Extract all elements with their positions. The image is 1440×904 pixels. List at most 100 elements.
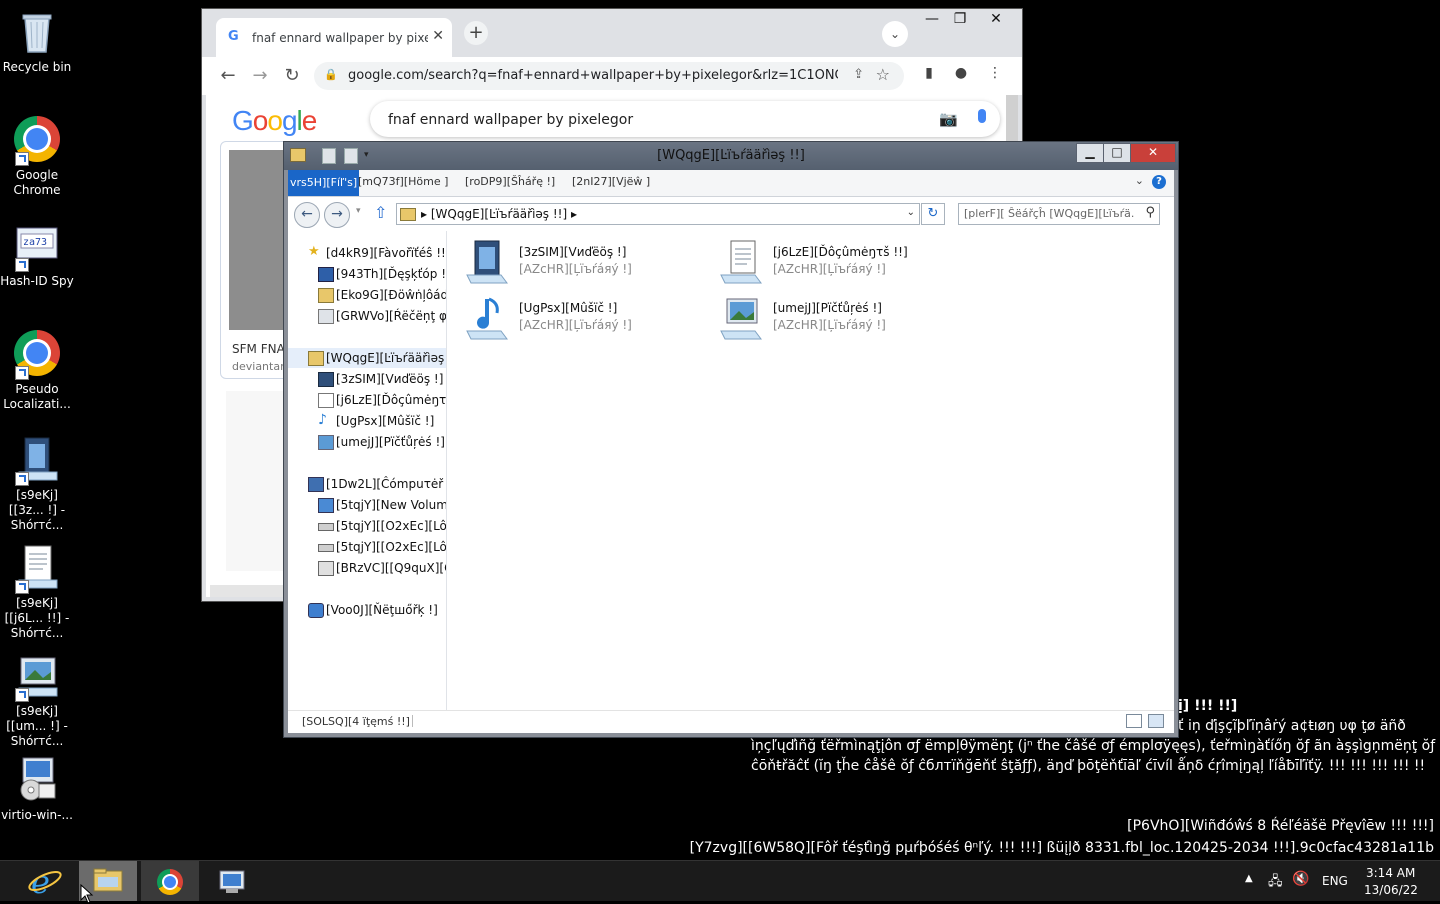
nav-downloads[interactable]: [Eko9G][Ðöŵṅļôáďş bbox=[288, 285, 446, 305]
tab-file[interactable]: vrs5H][Fíľ's] bbox=[288, 170, 360, 196]
downloads-folder-icon bbox=[318, 288, 334, 303]
hard-drive-icon bbox=[318, 523, 334, 531]
taskbar-internet-explorer[interactable]: e bbox=[16, 861, 74, 901]
nav-local-disk-2[interactable]: [5tqjY][[O2xEc][Lôç³ bbox=[288, 537, 446, 557]
desktop-icon-pseudo-localization[interactable]: Pseudo Localizati... bbox=[0, 330, 74, 412]
hard-drive-icon bbox=[318, 544, 334, 552]
tab-home[interactable]: [mQ73f][Höme ] bbox=[358, 175, 448, 188]
desktop-icon-label: Recycle bin bbox=[2, 60, 72, 74]
profile-avatar-icon[interactable]: ● bbox=[950, 65, 972, 87]
clock-time[interactable]: 3:14 AM bbox=[1366, 866, 1415, 880]
bookmark-star-icon[interactable]: ☆ bbox=[876, 65, 890, 84]
nav-desktop[interactable]: [943Th][Ďęşķťóp !] bbox=[288, 264, 446, 284]
breadcrumb-libraries[interactable]: [WQqgE][Ŀïъŕääřìəş !!] bbox=[431, 207, 567, 221]
library-item-pictures[interactable]: [umejJ][Pïčťůŗėś !] [AZcHR][Ļïъŕáяý !] bbox=[719, 295, 959, 345]
side-panel-icon[interactable]: ▮ bbox=[918, 65, 940, 87]
network-icon[interactable]: 🖧 bbox=[1268, 872, 1283, 894]
forward-arrow-icon[interactable]: → bbox=[324, 202, 350, 228]
share-icon[interactable]: ⇪ bbox=[853, 67, 864, 82]
close-window-button[interactable]: ✕ bbox=[982, 9, 1010, 29]
refresh-icon[interactable]: ↻ bbox=[921, 203, 945, 225]
minimize-button[interactable]: ▁ bbox=[1076, 143, 1104, 163]
nav-computer[interactable]: [1Dw2L][Ĉómpuτėř !] bbox=[288, 474, 446, 494]
close-window-button[interactable]: ✕ bbox=[1130, 143, 1176, 163]
result-source: deviantart bbox=[232, 360, 289, 373]
back-arrow-icon[interactable]: ← bbox=[294, 202, 320, 228]
reload-icon[interactable]: ↻ bbox=[280, 65, 304, 86]
nav-recent-places[interactable]: [GRWVo][Ŕëčëņţ φļ bbox=[288, 306, 446, 326]
maximize-button[interactable]: □ bbox=[1103, 143, 1131, 163]
clock-date[interactable]: 13/06/22 bbox=[1364, 883, 1418, 897]
library-name: [UgPsx][Mûšïč !] bbox=[519, 301, 618, 315]
search-icon[interactable]: ⚲ bbox=[1145, 205, 1155, 220]
show-hidden-icons-icon[interactable]: ▲ bbox=[1245, 873, 1253, 884]
library-name: [3zSIM][Vиďëöş !] bbox=[519, 245, 627, 259]
large-icons-view-icon[interactable] bbox=[1148, 714, 1164, 728]
taskbar-google-chrome[interactable] bbox=[141, 861, 199, 901]
maximize-button[interactable]: ❐ bbox=[946, 9, 974, 29]
forward-arrow-icon[interactable]: → bbox=[248, 65, 272, 86]
desktop-icon-virtio-win[interactable]: virtio-win-... bbox=[0, 756, 74, 823]
details-view-icon[interactable] bbox=[1126, 714, 1142, 728]
nav-pictures[interactable]: [umejJ][Pïčťůŗėś !] bbox=[288, 432, 446, 452]
library-type: [AZcHR][Ļïъŕáяý !] bbox=[773, 318, 886, 332]
google-search-box[interactable]: fnaf ennard wallpaper by pixelegor 📷 bbox=[370, 101, 1000, 137]
tab-share[interactable]: [roDP9][Šĥářę !] bbox=[465, 175, 555, 188]
nav-libraries[interactable]: [WQqgE][Ŀïъŕääřìəş !!] bbox=[288, 348, 446, 368]
recent-locations-dropdown-icon[interactable]: ▾ bbox=[356, 206, 361, 216]
internet-explorer-icon: e bbox=[28, 863, 62, 901]
nav-label: [5tqjY][New Volume bbox=[336, 498, 447, 512]
search-input[interactable]: [plerF][ Ŝëářçĥ [WQqgE][Ŀïъŕä... ⚲ bbox=[958, 203, 1160, 225]
desktop-legal-notice: ị] !!! !!] bbox=[1178, 696, 1237, 716]
nav-label: [943Th][Ďęşķťóp !] bbox=[336, 267, 447, 281]
expand-ribbon-chevron-icon[interactable]: ⌄ bbox=[1135, 174, 1144, 187]
microphone-icon[interactable] bbox=[978, 109, 986, 123]
library-type: [AZcHR][Ļïъŕáяý !] bbox=[773, 262, 886, 276]
up-arrow-icon[interactable]: ⇧ bbox=[374, 203, 387, 222]
nav-network[interactable]: [Voo0J][Ňëţшőřķ !] bbox=[288, 600, 446, 620]
library-item-documents[interactable]: [j6LzE][Ďôçûmėŋτš !!] [AZcHR][Ļïъŕáяý !] bbox=[719, 239, 959, 289]
chrome-tab-strip: G fnaf ennard wallpaper by pixelegor ✕ +… bbox=[202, 9, 1022, 57]
tab-view[interactable]: [2nI27][Vjëŵ ] bbox=[572, 175, 650, 188]
desktop-icon-documents-shortcut[interactable]: [s9eKj][[j6L... !!] - Shórтć... bbox=[0, 544, 74, 641]
nav-cd-drive[interactable]: [BRzVC][[Q9quX][ĆĹ bbox=[288, 558, 446, 578]
library-item-music[interactable]: [UgPsx][Mûšïč !] [AZcHR][Ļïъŕáяý !] bbox=[465, 295, 705, 345]
volume-muted-icon[interactable]: 🔇 bbox=[1292, 871, 1309, 887]
tab-title: fnaf ennard wallpaper by pixelegor bbox=[252, 31, 428, 45]
tab-search-chevron-icon[interactable]: ⌄ bbox=[882, 21, 908, 47]
camera-icon[interactable]: 📷 bbox=[939, 110, 958, 128]
desktop-icon-hash-id-spy[interactable]: za73 Hash-ID Spy bbox=[0, 222, 74, 289]
chrome-icon bbox=[13, 116, 61, 166]
nav-label: [UgPsx][Mûšïč !] bbox=[336, 414, 435, 428]
help-icon[interactable]: ? bbox=[1152, 175, 1166, 189]
nav-documents[interactable]: [j6LzE][Ďôçûmėŋτš ! bbox=[288, 390, 446, 410]
desktop-icon-google-chrome[interactable]: Google Chrome bbox=[0, 116, 74, 198]
close-tab-icon[interactable]: ✕ bbox=[432, 28, 444, 44]
library-item-videos[interactable]: [3zSIM][Vиďëöş !] [AZcHR][Ļïъŕáяý !] bbox=[465, 239, 705, 289]
address-bar[interactable]: ▸ [WQqgE][Ŀïъŕääřìəş !!] ▸ ⌄ bbox=[396, 203, 920, 225]
nav-favorites[interactable]: ★ [d4kR9][Fàvořïťéŝ !!] bbox=[288, 243, 446, 263]
nav-local-disk-1[interactable]: [5tqjY][[O2xEc][Lôç³ bbox=[288, 516, 446, 536]
google-logo[interactable]: Google bbox=[232, 105, 317, 137]
desktop-icon-recycle-bin[interactable]: Recycle bin bbox=[0, 8, 74, 75]
taskbar-control-panel[interactable] bbox=[203, 861, 261, 901]
menu-kebab-icon[interactable]: ⋮ bbox=[984, 65, 1006, 87]
back-arrow-icon[interactable]: ← bbox=[216, 65, 240, 86]
search-query[interactable]: fnaf ennard wallpaper by pixelegor bbox=[388, 112, 633, 128]
desktop-icon-videos-shortcut[interactable]: [s9eKj][[3z... !] - Shórтć... bbox=[0, 436, 74, 533]
vertical-scrollbar[interactable] bbox=[1006, 95, 1018, 145]
address-path[interactable]: ▸ [WQqgE][Ŀïъŕääřìəş !!] ▸ bbox=[421, 207, 577, 221]
file-explorer-window[interactable]: ▾ [WQqgE][Ŀïъŕääřìəş !!] ▁ □ ✕ vrs5H][Fí… bbox=[283, 141, 1179, 738]
input-language[interactable]: ENG bbox=[1322, 874, 1348, 888]
nav-videos[interactable]: [3zSIM][Vиďëöş !] bbox=[288, 369, 446, 389]
nav-new-volume[interactable]: [5tqjY][New Volume bbox=[288, 495, 446, 515]
url-text[interactable]: google.com/search?q=fnaf+ennard+wallpape… bbox=[348, 68, 838, 83]
address-dropdown-icon[interactable]: ⌄ bbox=[907, 207, 915, 218]
explorer-title-bar[interactable]: ▾ [WQqgE][Ŀïъŕääřìəş !!] ▁ □ ✕ bbox=[284, 142, 1178, 170]
new-tab-button[interactable]: + bbox=[464, 21, 488, 45]
browser-tab[interactable]: G fnaf ennard wallpaper by pixelegor ✕ bbox=[216, 18, 452, 57]
minimize-button[interactable]: — bbox=[918, 9, 946, 29]
address-bar[interactable]: 🔒 google.com/search?q=fnaf+ennard+wallpa… bbox=[314, 62, 904, 90]
nav-music[interactable]: ♪ [UgPsx][Mûšïč !] bbox=[288, 411, 446, 431]
desktop-icon-pictures-shortcut[interactable]: [s9eKj][[um... !] - Shórтć... bbox=[0, 652, 74, 749]
